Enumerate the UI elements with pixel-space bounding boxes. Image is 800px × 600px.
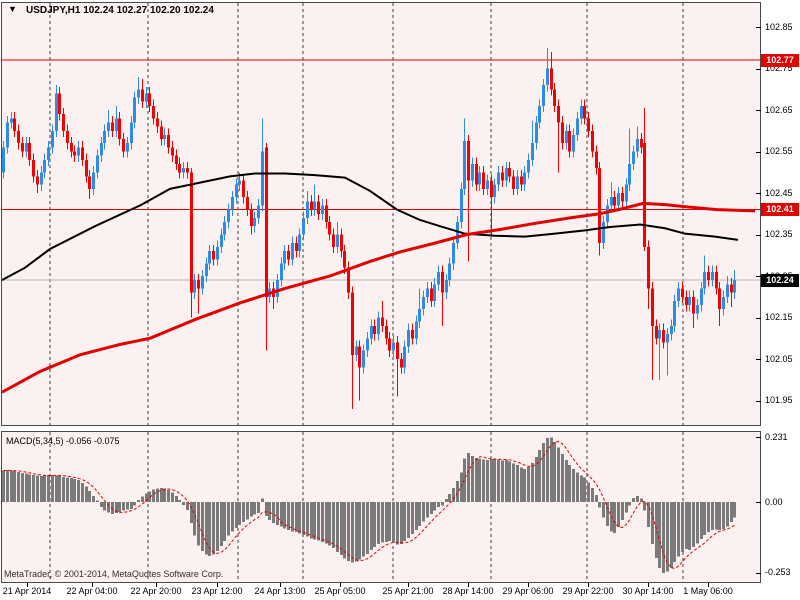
time-axis-tick [408, 583, 409, 587]
current-price-label: 102.24 [761, 274, 799, 287]
time-axis-label: 22 Apr 04:00 [66, 586, 117, 596]
time-axis-tick [648, 583, 649, 587]
time-axis-label: 23 Apr 12:00 [191, 586, 242, 596]
price-axis-label: 102.05 [765, 354, 793, 365]
price-level-label: 102.41 [761, 203, 799, 216]
price-level-label: 102.77 [761, 54, 799, 67]
price-axis-tick [756, 69, 761, 70]
macd-indicator-label: MACD(5,34,5) -0.056 -0.075 [6, 436, 120, 446]
time-axis-label: 25 Apr 05:00 [314, 586, 365, 596]
price-axis-tick [756, 152, 761, 153]
copyright-text: MetaTrader, © 2001-2014, MetaQuotes Soft… [4, 569, 223, 579]
price-axis-tick [756, 359, 761, 360]
time-axis-tick [280, 583, 281, 587]
price-axis-label: 102.35 [765, 229, 793, 240]
time-axis-tick [588, 583, 589, 587]
macd-axis-tick [756, 437, 761, 438]
time-axis-label: 29 Apr 06:00 [502, 586, 553, 596]
price-chart-panel[interactable] [1, 2, 761, 426]
time-axis-tick [92, 583, 93, 587]
macd-axis-tick [756, 502, 761, 503]
time-axis-label: 29 Apr 22:00 [562, 586, 613, 596]
price-axis-label: 102.55 [765, 146, 793, 157]
price-axis-tick [756, 27, 761, 28]
price-axis-label: 102.85 [765, 22, 793, 33]
price-axis-label: 101.95 [765, 395, 793, 406]
price-axis-label: 102.15 [765, 312, 793, 323]
time-axis-tick [528, 583, 529, 587]
macd-indicator-panel[interactable] [1, 431, 761, 583]
time-axis-tick [217, 583, 218, 587]
time-axis-tick [156, 583, 157, 587]
price-axis-tick [756, 193, 761, 194]
price-axis-tick [756, 235, 761, 236]
macd-axis-label: 0.231 [765, 432, 788, 443]
price-axis-tick [756, 401, 761, 402]
time-axis-label: 28 Apr 14:00 [442, 586, 493, 596]
symbol-dropdown-marker-icon[interactable]: ▼ [8, 4, 17, 14]
price-axis-tick [756, 318, 761, 319]
price-axis-tick [756, 110, 761, 111]
chart-title-ohlc: USDJPY,H1 102.24 102.27 102.20 102.24 [26, 5, 214, 16]
price-axis-label: 102.65 [765, 105, 793, 116]
time-axis-label: 24 Apr 13:00 [254, 586, 305, 596]
time-axis-tick [708, 583, 709, 587]
time-axis-tick [468, 583, 469, 587]
time-axis-label: 30 Apr 14:00 [622, 586, 673, 596]
time-axis-tick [340, 583, 341, 587]
macd-axis-tick [756, 573, 761, 574]
price-axis-label: 102.45 [765, 188, 793, 199]
time-axis-label: 25 Apr 21:00 [382, 586, 433, 596]
mt4-chart-window: ▼ USDJPY,H1 102.24 102.27 102.20 102.24 … [0, 0, 800, 600]
time-axis-label: 22 Apr 20:00 [130, 586, 181, 596]
macd-axis-label: -0.253 [765, 567, 791, 578]
time-axis-tick [27, 583, 28, 587]
macd-axis-label: 0.00 [765, 497, 783, 508]
time-axis-label: 21 Apr 2014 [3, 586, 52, 596]
time-axis-label: 1 May 06:00 [683, 586, 733, 596]
